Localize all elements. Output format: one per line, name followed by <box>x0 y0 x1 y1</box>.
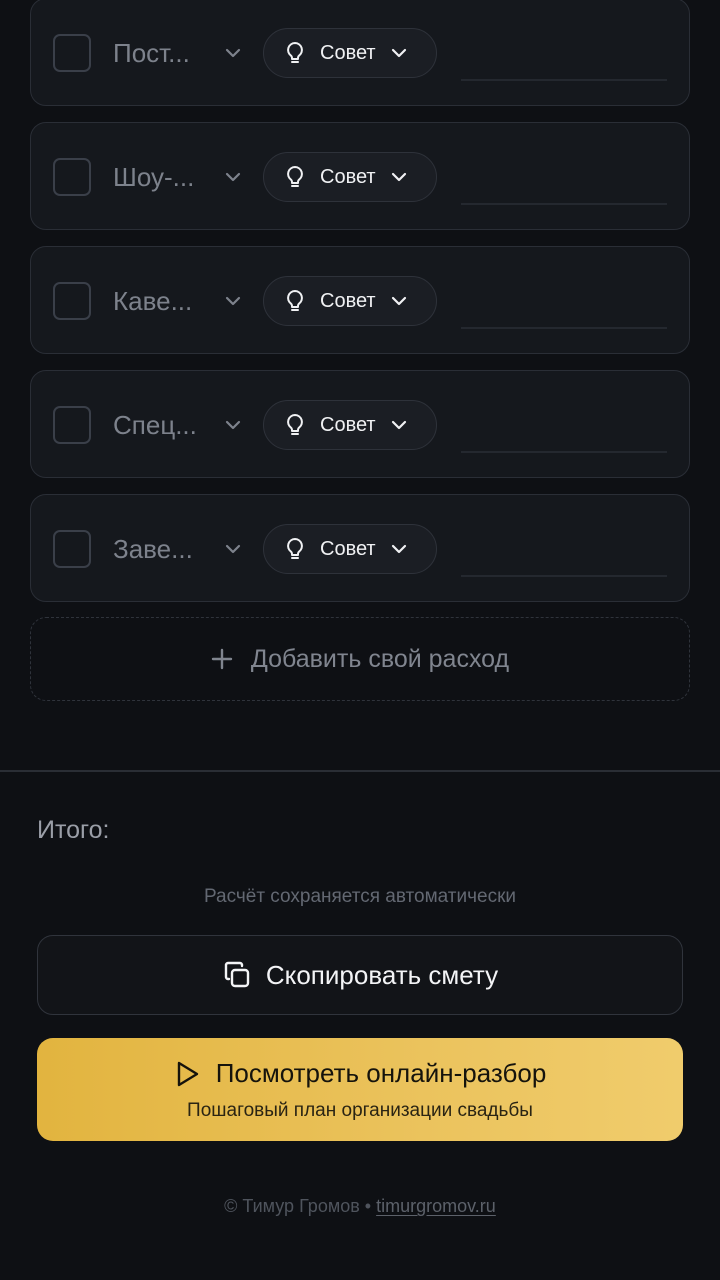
copy-icon <box>224 961 250 988</box>
amount-input[interactable] <box>461 575 667 577</box>
cta-title: Посмотреть онлайн-разбор <box>215 1058 547 1088</box>
play-icon <box>177 1061 198 1086</box>
footer-separator: • <box>364 1196 372 1216</box>
lightbulb-icon <box>287 290 303 311</box>
copy-estimate-label: Скопировать смету <box>265 959 499 990</box>
plus-icon <box>211 648 233 670</box>
online-review-button[interactable]: Посмотреть онлайн-разбор Пошаговый план … <box>37 1038 683 1141</box>
tip-button[interactable]: Совет <box>263 524 437 574</box>
autosave-note: Расчёт сохраняется автоматически <box>203 886 517 907</box>
category-label: Заве... <box>113 533 193 564</box>
cta-subtitle: Пошаговый план организации свадьбы <box>187 1100 533 1121</box>
expense-checkbox[interactable] <box>53 158 91 196</box>
tip-label: Совет <box>320 537 376 560</box>
tip-label: Совет <box>320 413 376 436</box>
tip-label: Совет <box>320 289 376 312</box>
expense-card: Шоу-... Совет <box>30 122 690 230</box>
expense-checkbox[interactable] <box>53 282 91 320</box>
section-divider <box>0 770 720 772</box>
category-label: Каве... <box>113 285 193 316</box>
category-label: Шоу-... <box>113 161 195 192</box>
expense-checkbox[interactable] <box>53 406 91 444</box>
expense-card: Каве... Совет <box>30 246 690 354</box>
category-select[interactable]: Спец... <box>113 401 243 449</box>
category-select[interactable]: Заве... <box>113 525 243 573</box>
tip-label: Совет <box>320 165 376 188</box>
lightbulb-icon <box>287 166 303 187</box>
chevron-down-icon <box>391 420 406 430</box>
category-select[interactable]: Шоу-... <box>113 153 243 201</box>
expense-checkbox[interactable] <box>53 34 91 72</box>
expense-checkbox[interactable] <box>53 530 91 568</box>
expense-card: Спец... Совет <box>30 370 690 478</box>
chevron-down-icon <box>391 544 406 554</box>
amount-input[interactable] <box>461 451 667 453</box>
amount-input[interactable] <box>461 79 667 81</box>
chevron-down-icon <box>391 172 406 182</box>
category-label: Спец... <box>113 409 197 440</box>
lightbulb-icon <box>287 414 303 435</box>
chevron-down-icon <box>391 296 406 306</box>
footer: © Тимур Громов • timurgromov.ru <box>0 1196 720 1217</box>
cta-title-row: Посмотреть онлайн-разбор <box>37 1058 683 1089</box>
chevron-down-icon <box>225 172 241 182</box>
expense-card: Заве... Совет <box>30 494 690 602</box>
lightbulb-icon <box>287 42 303 63</box>
add-expense-button[interactable]: Добавить свой расход <box>30 617 690 701</box>
amount-input[interactable] <box>461 203 667 205</box>
copy-estimate-button[interactable]: Скопировать смету <box>37 935 683 1015</box>
add-expense-label: Добавить свой расход <box>250 644 510 673</box>
chevron-down-icon <box>225 48 241 58</box>
total-label: Итого: <box>37 816 110 844</box>
chevron-down-icon <box>391 48 406 58</box>
tip-button[interactable]: Совет <box>263 400 437 450</box>
footer-link[interactable]: timurgromov.ru <box>376 1196 496 1216</box>
category-label: Пост... <box>113 37 190 68</box>
footer-author: © Тимур Громов <box>224 1196 360 1216</box>
chevron-down-icon <box>225 544 241 554</box>
chevron-down-icon <box>225 296 241 306</box>
lightbulb-icon <box>287 538 303 559</box>
tip-label: Совет <box>320 41 376 64</box>
category-select[interactable]: Пост... <box>113 29 243 77</box>
amount-input[interactable] <box>461 327 667 329</box>
category-select[interactable]: Каве... <box>113 277 243 325</box>
chevron-down-icon <box>225 420 241 430</box>
tip-button[interactable]: Совет <box>263 28 437 78</box>
expense-card: Пост... Совет <box>30 0 690 106</box>
budget-page: Пост... Совет Шоу-... Совет Каве... Сове… <box>0 0 720 1280</box>
tip-button[interactable]: Совет <box>263 276 437 326</box>
tip-button[interactable]: Совет <box>263 152 437 202</box>
